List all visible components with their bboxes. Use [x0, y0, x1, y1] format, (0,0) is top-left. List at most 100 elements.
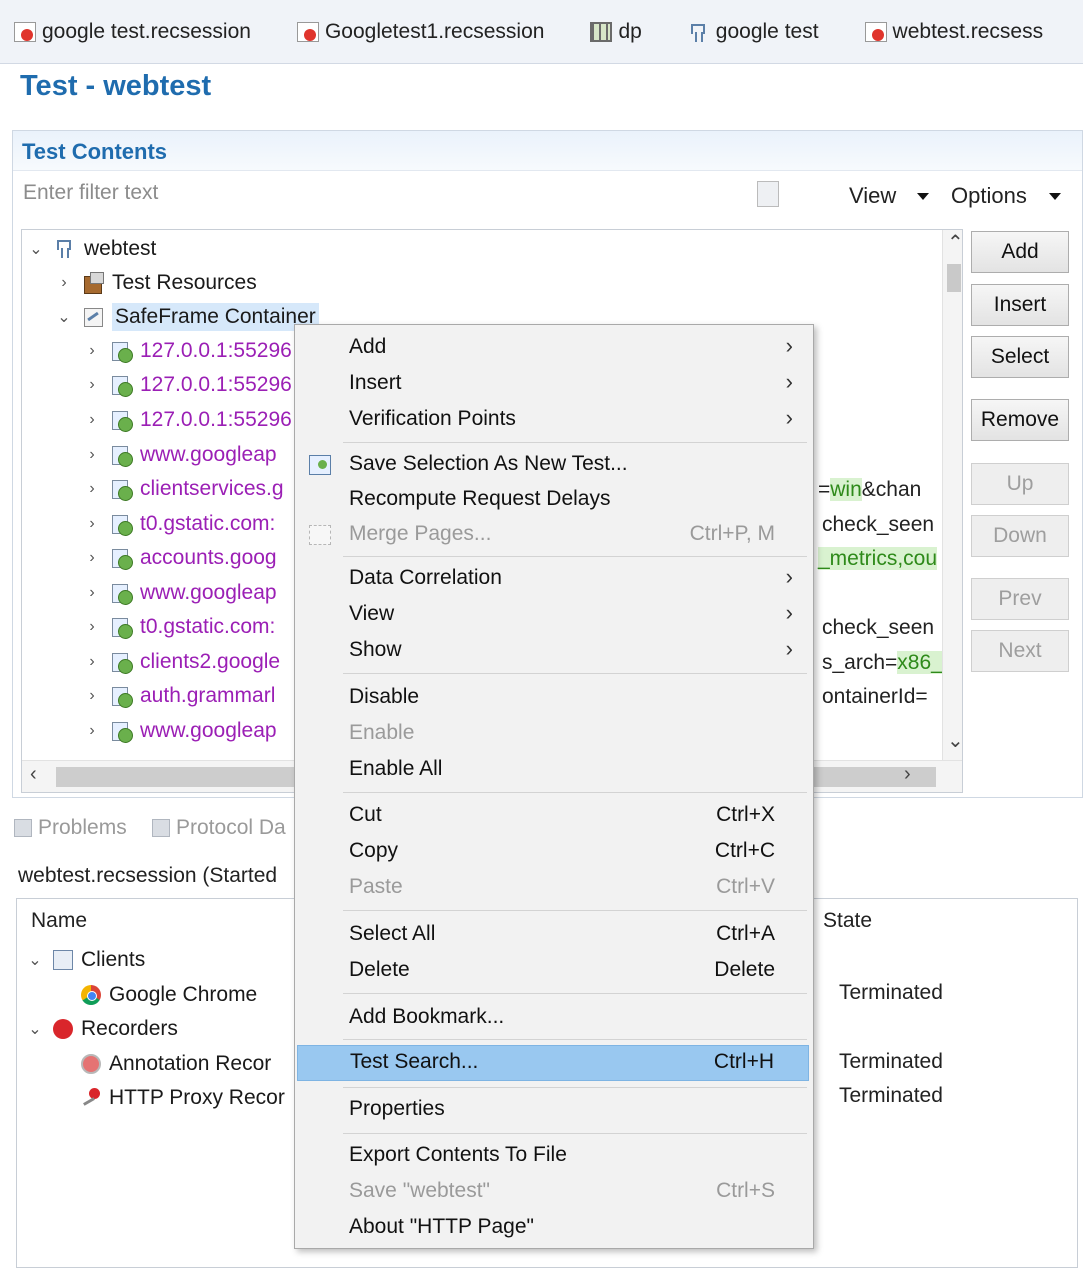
menu-item-copy[interactable]: Copy Ctrl+C [297, 835, 809, 869]
up-button[interactable]: Up [971, 463, 1069, 505]
chevron-down-icon[interactable]: ⌄ [54, 307, 74, 327]
tree-node-page[interactable]: › 127.0.0.1:55296 [82, 334, 292, 368]
menu-separator [343, 1087, 807, 1088]
chevron-down-icon[interactable]: ⌄ [26, 239, 46, 259]
chevron-down-icon[interactable]: ⌄ [25, 950, 45, 970]
chevron-right-icon[interactable]: › [82, 549, 102, 567]
test-resources-icon [82, 272, 104, 294]
down-button[interactable]: Down [971, 515, 1069, 557]
tree-node-page[interactable]: › 127.0.0.1:55296 [82, 403, 292, 437]
menu-item-cut[interactable]: Cut Ctrl+X [297, 799, 809, 833]
insert-button[interactable]: Insert [971, 284, 1069, 326]
tab-protocol-data[interactable]: Protocol Da [152, 816, 286, 840]
menu-item-add[interactable]: Add › [297, 331, 809, 365]
menu-item-select-all[interactable]: Select All Ctrl+A [297, 918, 809, 952]
menu-item-export-contents[interactable]: Export Contents To File [297, 1139, 809, 1173]
scroll-down-icon[interactable]: ⌄ [947, 728, 962, 753]
scroll-thumb[interactable] [947, 264, 961, 292]
container-icon [82, 306, 104, 328]
table-row[interactable]: ⌄ Recorders [25, 1014, 178, 1044]
tree-node-page[interactable]: › www.googleap [82, 438, 277, 472]
menu-item-verification-points[interactable]: Verification Points › [297, 403, 809, 437]
menu-item-data-correlation[interactable]: Data Correlation › [297, 562, 809, 596]
options-dropdown-arrow-icon[interactable] [1049, 193, 1061, 200]
request-fragment: check_seen [822, 513, 935, 536]
add-button[interactable]: Add [971, 231, 1069, 273]
tree-node-page[interactable]: › www.googleap [82, 576, 277, 610]
tree-node-test-resources[interactable]: › Test Resources [54, 266, 257, 300]
prev-button[interactable]: Prev [971, 578, 1069, 620]
chevron-right-icon[interactable]: › [82, 618, 102, 636]
chevron-right-icon[interactable]: › [82, 722, 102, 740]
menu-item-about-http-page[interactable]: About "HTTP Page" [297, 1211, 809, 1245]
table-row[interactable]: Annotation Recor [81, 1049, 271, 1079]
tree-node-page[interactable]: › auth.grammarl [82, 679, 275, 713]
menu-item-enable[interactable]: Enable [297, 717, 809, 751]
view-dropdown-arrow-icon[interactable] [917, 193, 929, 200]
http-proxy-recorder-icon [81, 1088, 101, 1108]
annotation-recorder-icon [81, 1054, 101, 1074]
tab-webtest-recsession[interactable]: webtest.recsess [864, 20, 1043, 44]
tree-node-page[interactable]: › clients2.google [82, 645, 280, 679]
tree-node-page[interactable]: › t0.gstatic.com: [82, 507, 275, 541]
vertical-scrollbar[interactable]: ⌃ ⌄ [942, 230, 962, 760]
menu-item-save-webtest[interactable]: Save "webtest" Ctrl+S [297, 1175, 809, 1209]
menu-item-test-search[interactable]: Test Search... Ctrl+H [297, 1045, 809, 1081]
section-title[interactable]: Test Contents [13, 131, 1082, 171]
scroll-right-icon[interactable]: › [904, 763, 911, 786]
clear-filter-icon[interactable] [757, 181, 779, 207]
tree-node-webtest[interactable]: ⌄ webtest [26, 232, 156, 266]
table-row[interactable]: Google Chrome [81, 980, 257, 1010]
tab-google-test-recsession[interactable]: google test.recsession [14, 20, 251, 44]
tab-problems[interactable]: Problems [14, 816, 127, 840]
chevron-right-icon[interactable]: › [82, 342, 102, 360]
tab-dp[interactable]: dp [590, 20, 642, 44]
submenu-arrow-icon: › [785, 564, 793, 589]
tab-googletest1-recsession[interactable]: Googletest1.recsession [296, 20, 544, 44]
menu-separator [343, 1133, 807, 1134]
tab-google-test[interactable]: google test [688, 20, 819, 44]
chevron-right-icon[interactable]: › [82, 411, 102, 429]
tree-node-page[interactable]: › 127.0.0.1:55296 [82, 368, 292, 402]
options-menu[interactable]: Options [951, 183, 1027, 209]
remove-button[interactable]: Remove [971, 399, 1069, 441]
view-menu[interactable]: View [849, 183, 896, 209]
menu-item-paste[interactable]: Paste Ctrl+V [297, 871, 809, 905]
column-name-header[interactable]: Name [31, 909, 87, 933]
menu-item-save-selection[interactable]: Save Selection As New Test... [297, 448, 809, 482]
menu-item-insert[interactable]: Insert › [297, 367, 809, 401]
next-button[interactable]: Next [971, 630, 1069, 672]
tree-node-safeframe-container[interactable]: ⌄ SafeFrame Container [54, 300, 319, 334]
chevron-right-icon[interactable]: › [82, 687, 102, 705]
tree-node-page[interactable]: › t0.gstatic.com: [82, 610, 275, 644]
chevron-right-icon[interactable]: › [82, 446, 102, 464]
chevron-right-icon[interactable]: › [82, 376, 102, 394]
chevron-right-icon[interactable]: › [82, 515, 102, 533]
menu-item-properties[interactable]: Properties [297, 1093, 809, 1127]
menu-separator [343, 993, 807, 994]
menu-item-add-bookmark[interactable]: Add Bookmark... [297, 1001, 809, 1035]
tree-node-page[interactable]: › clientservices.g [82, 472, 284, 506]
menu-item-recompute-delays[interactable]: Recompute Request Delays [297, 483, 809, 517]
menu-item-view[interactable]: View › [297, 598, 809, 632]
menu-item-disable[interactable]: Disable [297, 681, 809, 715]
menu-item-enable-all[interactable]: Enable All [297, 753, 809, 787]
scroll-left-icon[interactable]: ‹ [30, 763, 37, 786]
column-state-header[interactable]: State [823, 909, 872, 933]
menu-item-delete[interactable]: Delete Delete [297, 954, 809, 988]
chevron-right-icon[interactable]: › [82, 584, 102, 602]
chevron-right-icon[interactable]: › [54, 274, 74, 292]
submenu-arrow-icon: › [785, 369, 793, 394]
menu-item-show[interactable]: Show › [297, 634, 809, 668]
menu-item-merge-pages[interactable]: Merge Pages... Ctrl+P, M [297, 518, 809, 552]
table-row[interactable]: ⌄ Clients [25, 945, 145, 975]
scroll-up-icon[interactable]: ⌃ [947, 230, 962, 255]
table-row[interactable]: HTTP Proxy Recor [81, 1083, 285, 1113]
chevron-right-icon[interactable]: › [82, 653, 102, 671]
tree-node-page[interactable]: › www.googleap [82, 714, 277, 748]
chevron-down-icon[interactable]: ⌄ [25, 1019, 45, 1039]
chevron-right-icon[interactable]: › [82, 480, 102, 498]
select-button[interactable]: Select [971, 336, 1069, 378]
filter-input[interactable]: Enter filter text [23, 181, 158, 205]
tree-node-page[interactable]: › accounts.goog [82, 541, 277, 575]
